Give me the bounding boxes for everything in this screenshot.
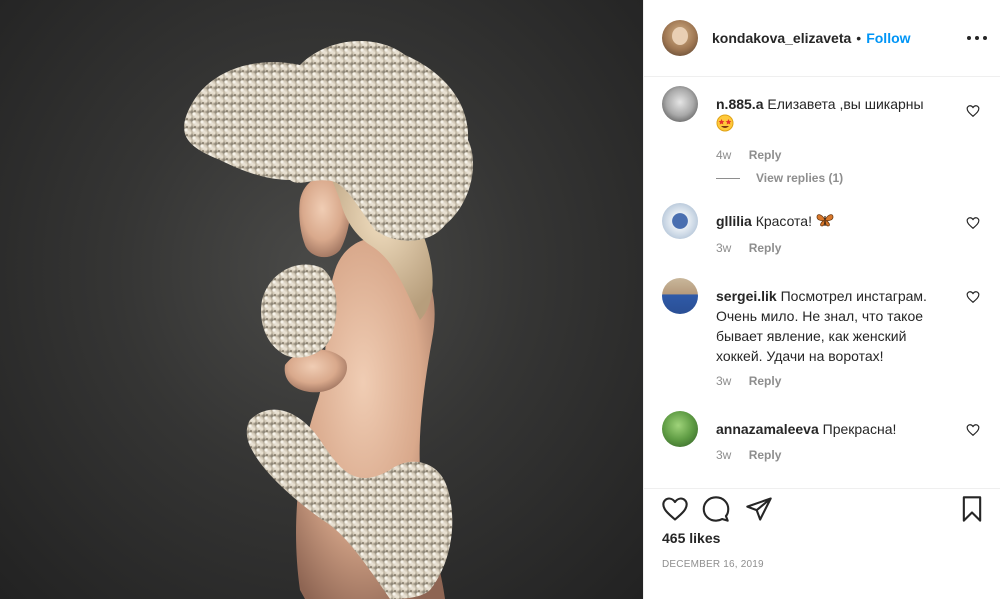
view-replies-button[interactable]: View replies (1) xyxy=(716,171,843,185)
save-bookmark-icon[interactable] xyxy=(958,495,986,523)
like-comment-heart-icon[interactable] xyxy=(966,423,980,437)
reply-button[interactable]: Reply xyxy=(749,448,782,462)
instagram-post: kondakova_elizaveta • Follow n.885.a Ели… xyxy=(0,0,1000,599)
comment-time: 3w xyxy=(716,448,732,462)
reply-button[interactable]: Reply xyxy=(749,148,782,162)
comment-body: gllilia Красота! xyxy=(716,211,956,233)
comment-time: 4w xyxy=(716,148,732,162)
comment-body: n.885.a Елизавета ,вы шикарны xyxy=(716,94,956,137)
comment-time: 3w xyxy=(716,241,732,255)
reply-button[interactable]: Reply xyxy=(749,374,782,388)
likes-count[interactable]: 465 likes xyxy=(662,530,720,546)
post-date[interactable]: DECEMBER 16, 2019 xyxy=(662,559,764,570)
comment-meta: 3w Reply xyxy=(716,448,781,462)
commenter-avatar[interactable] xyxy=(662,86,698,122)
commenter-username[interactable]: gllilia xyxy=(716,213,752,229)
comment-item: sergei.lik Посмотрел инстаграм. Очень ми… xyxy=(662,278,992,393)
commenter-username[interactable]: n.885.a xyxy=(716,96,763,112)
more-options-icon[interactable] xyxy=(967,28,987,48)
reply-button[interactable]: Reply xyxy=(749,241,782,255)
post-header: kondakova_elizaveta • Follow xyxy=(644,0,1000,77)
post-actions: 465 likes DECEMBER 16, 2019 xyxy=(644,488,1000,599)
commenter-avatar[interactable] xyxy=(662,411,698,447)
photo-artwork xyxy=(184,41,474,599)
commenter-username[interactable]: sergei.lik xyxy=(716,288,777,304)
like-comment-heart-icon[interactable] xyxy=(966,104,980,118)
comment-text: Елизавета ,вы шикарны xyxy=(767,96,924,112)
comment-body: annazamaleeva Прекрасна! xyxy=(716,419,956,439)
follow-button[interactable]: Follow xyxy=(866,30,910,46)
comment-meta: 3w Reply xyxy=(716,241,781,255)
comment-meta: 3w Reply xyxy=(716,374,781,388)
commenter-username[interactable]: annazamaleeva xyxy=(716,421,819,437)
comment-time: 3w xyxy=(716,374,732,388)
like-comment-heart-icon[interactable] xyxy=(966,216,980,230)
comment-item: gllilia Красота! 3w Reply xyxy=(662,203,992,263)
author-avatar[interactable] xyxy=(662,20,698,56)
share-send-icon[interactable] xyxy=(745,495,773,523)
butterfly-emoji-icon xyxy=(816,212,834,233)
comment-item: annazamaleeva Прекрасна! 3w Reply xyxy=(662,411,992,471)
comments-panel: kondakova_elizaveta • Follow n.885.a Ели… xyxy=(643,0,1000,599)
commenter-avatar[interactable] xyxy=(662,203,698,239)
comment-meta: 4w Reply xyxy=(716,148,781,162)
commenter-avatar[interactable] xyxy=(662,278,698,314)
author-username[interactable]: kondakova_elizaveta xyxy=(712,30,851,46)
like-heart-icon[interactable] xyxy=(661,495,689,523)
comment-body: sergei.lik Посмотрел инстаграм. Очень ми… xyxy=(716,286,956,366)
comment-text: Прекрасна! xyxy=(822,421,897,437)
post-photo[interactable] xyxy=(0,0,643,599)
comment-item: n.885.a Елизавета ,вы шикарны 4w Reply V… xyxy=(662,86,992,186)
view-replies-label: View replies (1) xyxy=(756,171,844,185)
like-comment-heart-icon[interactable] xyxy=(966,290,980,304)
star-struck-emoji-icon xyxy=(716,114,734,137)
header-separator: • xyxy=(856,30,862,46)
replies-divider-line xyxy=(716,177,740,179)
comment-text: Красота! xyxy=(755,213,812,229)
comment-bubble-icon[interactable] xyxy=(702,495,730,523)
comments-list: n.885.a Елизавета ,вы шикарны 4w Reply V… xyxy=(644,78,1000,488)
